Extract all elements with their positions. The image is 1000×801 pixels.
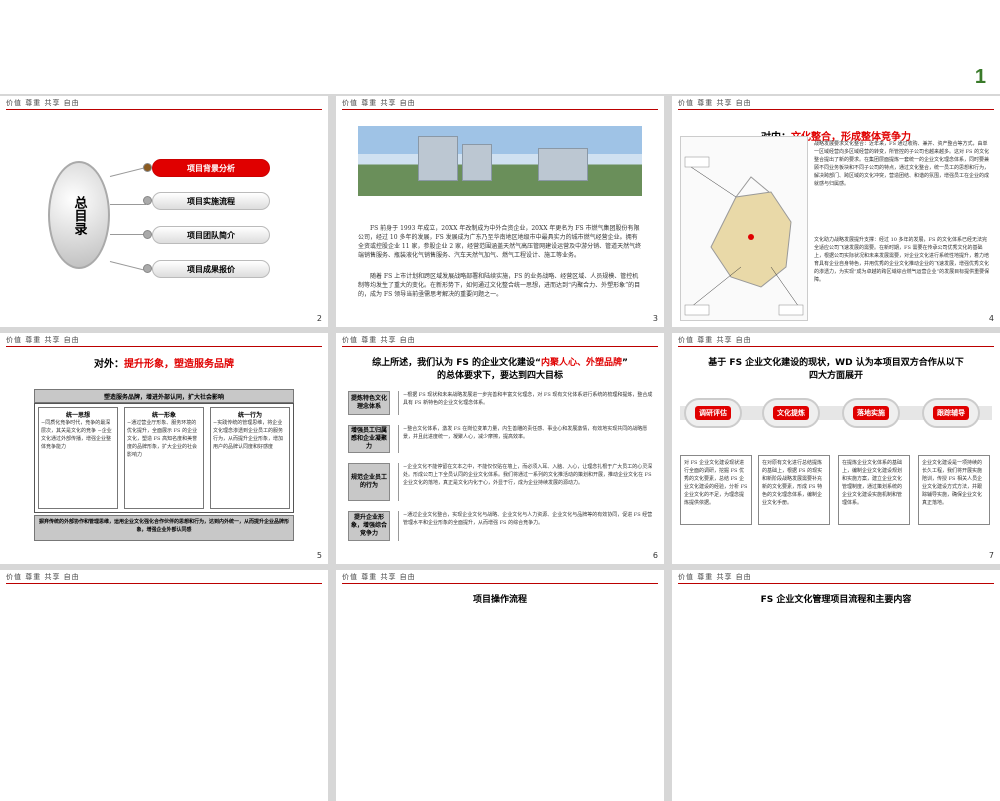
- slide-thumbnail-9[interactable]: 价值 尊重 共享 自由 项目操作流程: [336, 570, 664, 801]
- slide-title: FS 企业文化管理项目流程和主要内容: [760, 595, 912, 605]
- slide-header: 价值 尊重 共享 自由: [6, 573, 80, 581]
- connector-line: [109, 167, 146, 177]
- slide-title: 基于 FS 企业文化建设的现状，WD 认为本项目双方合作从以下 四大方面展开: [708, 358, 964, 381]
- page-number: 2: [316, 314, 322, 323]
- bullet-dot: [143, 163, 152, 172]
- brand-banner: 塑造服务品牌，增进外部认同，扩大社会影响: [34, 389, 294, 403]
- step-extraction: 文化提炼: [762, 398, 820, 428]
- slide-thumbnail-3[interactable]: 价值 尊重 共享 自由 FS 前身于 1993 年成立，20XX 年改制成为中外…: [336, 96, 664, 327]
- challenge-paragraph: 随着 FS 上市计划和跨区域发展战略部署和陆续实施，FS 的业务战略、经营区域、…: [358, 273, 641, 298]
- region-map: [680, 136, 808, 321]
- slide-header: 价值 尊重 共享 自由: [6, 336, 80, 344]
- summary-footer: 摒弃传统的外部协作和管理思维，运用企业文化强化合作伙伴的思想和行为，达到内外统一…: [34, 515, 294, 541]
- step-card-2: 在对原有文化进行总结提炼的基础上，根据 FS 的现实和新阶段战略发展需要补充新的…: [758, 455, 830, 525]
- slide-thumbnail-6[interactable]: 价值 尊重 共享 自由 综上所述，我们认为 FS 的企业文化建设“内聚人心、外塑…: [336, 333, 664, 564]
- corner-number: 1: [974, 66, 986, 88]
- integration-point-1: 战略发展要求文化整合：近年来，FS 通过收购、兼并、资产整合等方式，由单一区域经…: [814, 141, 990, 187]
- bullet-dot: [143, 196, 152, 205]
- header-rule: [6, 109, 322, 110]
- header-rule: [342, 583, 658, 584]
- slide-title: 对外：提升形象，塑造服务品牌: [94, 359, 234, 370]
- slide-title: 项目操作流程: [472, 595, 527, 605]
- goal-desc-3: −企业文化不能停留在文本之中，不能仅仅贴在墙上，而必须入耳、入脑、入心，让理念扎…: [398, 463, 656, 501]
- integration-point-2: 文化助力战略发展提升支撑：经过 10 多年的发展，FS 的文化体系已经无法完全适…: [814, 237, 990, 283]
- step-implementation: 落地实施: [842, 398, 900, 428]
- step-card-4: 企业文化建设是一项持续的长久工程，我们将开展实施陪训，传授 FS 相关人员企业文…: [918, 455, 990, 525]
- toc-circle: 总目录: [48, 161, 110, 269]
- slide-thumbnail-4[interactable]: 价值 尊重 共享 自由 对内：文化整合，形成整体竞争力 战略发展要求文化整合：近…: [672, 96, 1000, 327]
- slide-thumbnail-8[interactable]: 价值 尊重 共享 自由: [0, 570, 328, 801]
- header-rule: [678, 583, 994, 584]
- step-research: 调研评估: [684, 398, 742, 428]
- slide-thumbnail-7[interactable]: 价值 尊重 共享 自由 基于 FS 企业文化建设的现状，WD 认为本项目双方合作…: [672, 333, 1000, 564]
- building-photo: [358, 126, 642, 196]
- slide-title: 综上所述，我们认为 FS 的企业文化建设“内聚人心、外塑品牌” 的总体要求下，要…: [372, 358, 628, 381]
- page-number: 3: [652, 314, 658, 323]
- page-number: 4: [988, 314, 994, 323]
- goal-desc-1: −根据 FS 现状和未来战略发展进一步完善和丰富文化理念，对 FS 现有文化体系…: [398, 391, 656, 415]
- header-rule: [6, 583, 322, 584]
- header-rule: [678, 109, 994, 110]
- top-blank-area: [0, 0, 1000, 94]
- toc-item-background[interactable]: 项目背景分析: [152, 159, 270, 177]
- page-number: 6: [652, 551, 658, 560]
- header-rule: [342, 109, 658, 110]
- slide-header: 价值 尊重 共享 自由: [342, 336, 416, 344]
- slide-thumbnail-5[interactable]: 价值 尊重 共享 自由 对外：提升形象，塑造服务品牌 塑造服务品牌，增进外部认同…: [0, 333, 328, 564]
- bullet-dot: [143, 230, 152, 239]
- building-shape: [418, 136, 458, 181]
- toc-item-quote[interactable]: 项目成果报价: [152, 260, 270, 278]
- page-number: 5: [316, 551, 322, 560]
- pillar-behavior: 统一行为 −实践传统的管理思维，将企业文化理念渗透到企业员工的服务行为，从而提升…: [210, 407, 290, 509]
- intro-paragraph: FS 前身于 1993 年成立，20XX 年改制成为中外合资企业，20XX 年更…: [358, 225, 642, 259]
- bullet-dot: [143, 264, 152, 273]
- slide-thumbnail-2[interactable]: 价值 尊重 共享 自由 总目录 项目背景分析 项目实施流程 项目团队简介 项目成…: [0, 96, 328, 327]
- goal-label-4: 提升企业形象，增强综合竞争力: [348, 511, 390, 541]
- header-rule: [6, 346, 322, 347]
- toc-item-process[interactable]: 项目实施流程: [152, 192, 270, 210]
- slide-thumbnail-10[interactable]: 价值 尊重 共享 自由 FS 企业文化管理项目流程和主要内容: [672, 570, 1000, 801]
- goal-label-1: 提炼特色文化理念体系: [348, 391, 390, 415]
- goal-desc-2: −整合文化体系，激发 FS 在岗位变革力量，内生善雕的责任感、事业心和发展激情，…: [398, 425, 656, 453]
- page-number: 7: [988, 551, 994, 560]
- building-shape: [462, 144, 492, 181]
- connector-line: [110, 234, 146, 235]
- step-card-1: 对 FS 企业文化建设现状进行全面的调研，挖掘 FS 优秀的文化要素，总结 FS…: [680, 455, 752, 525]
- connector-line: [110, 204, 146, 205]
- step-coaching: 跟踪辅导: [922, 398, 980, 428]
- slide-header: 价值 尊重 共享 自由: [342, 99, 416, 107]
- goal-desc-4: −通过企业文化整合，实现企业文化与战略、企业文化与人力资源、企业文化与品牌等的有…: [398, 511, 656, 541]
- slide-header: 价值 尊重 共享 自由: [6, 99, 80, 107]
- slide-header: 价值 尊重 共享 自由: [678, 573, 752, 581]
- slide-header: 价值 尊重 共享 自由: [678, 336, 752, 344]
- header-rule: [342, 346, 658, 347]
- connector-line: [109, 261, 146, 271]
- toc-item-team[interactable]: 项目团队简介: [152, 226, 270, 244]
- goal-label-3: 规范企业员工的行为: [348, 463, 390, 501]
- step-card-3: 在提炼企业文化体系的基础上，编制企业文化建设规划和实施方案，建立企业文化管理制度…: [838, 455, 910, 525]
- slide-header: 价值 尊重 共享 自由: [678, 99, 752, 107]
- slide-header: 价值 尊重 共享 自由: [342, 573, 416, 581]
- pillar-image: 统一形象 −通过营业厅形象、服务环境的优化提升，全面展示 FS 的企业文化，塑造…: [124, 407, 204, 509]
- pillar-thought: 统一思想 −同质化竞争时代，竞争的最深层次，其关是文化的竞争 −企业文化通过外部…: [38, 407, 118, 509]
- goal-label-2: 增强员工归属感和企业凝聚力: [348, 425, 390, 453]
- header-rule: [678, 346, 994, 347]
- building-shape: [538, 148, 588, 181]
- map-graphic: [684, 156, 804, 316]
